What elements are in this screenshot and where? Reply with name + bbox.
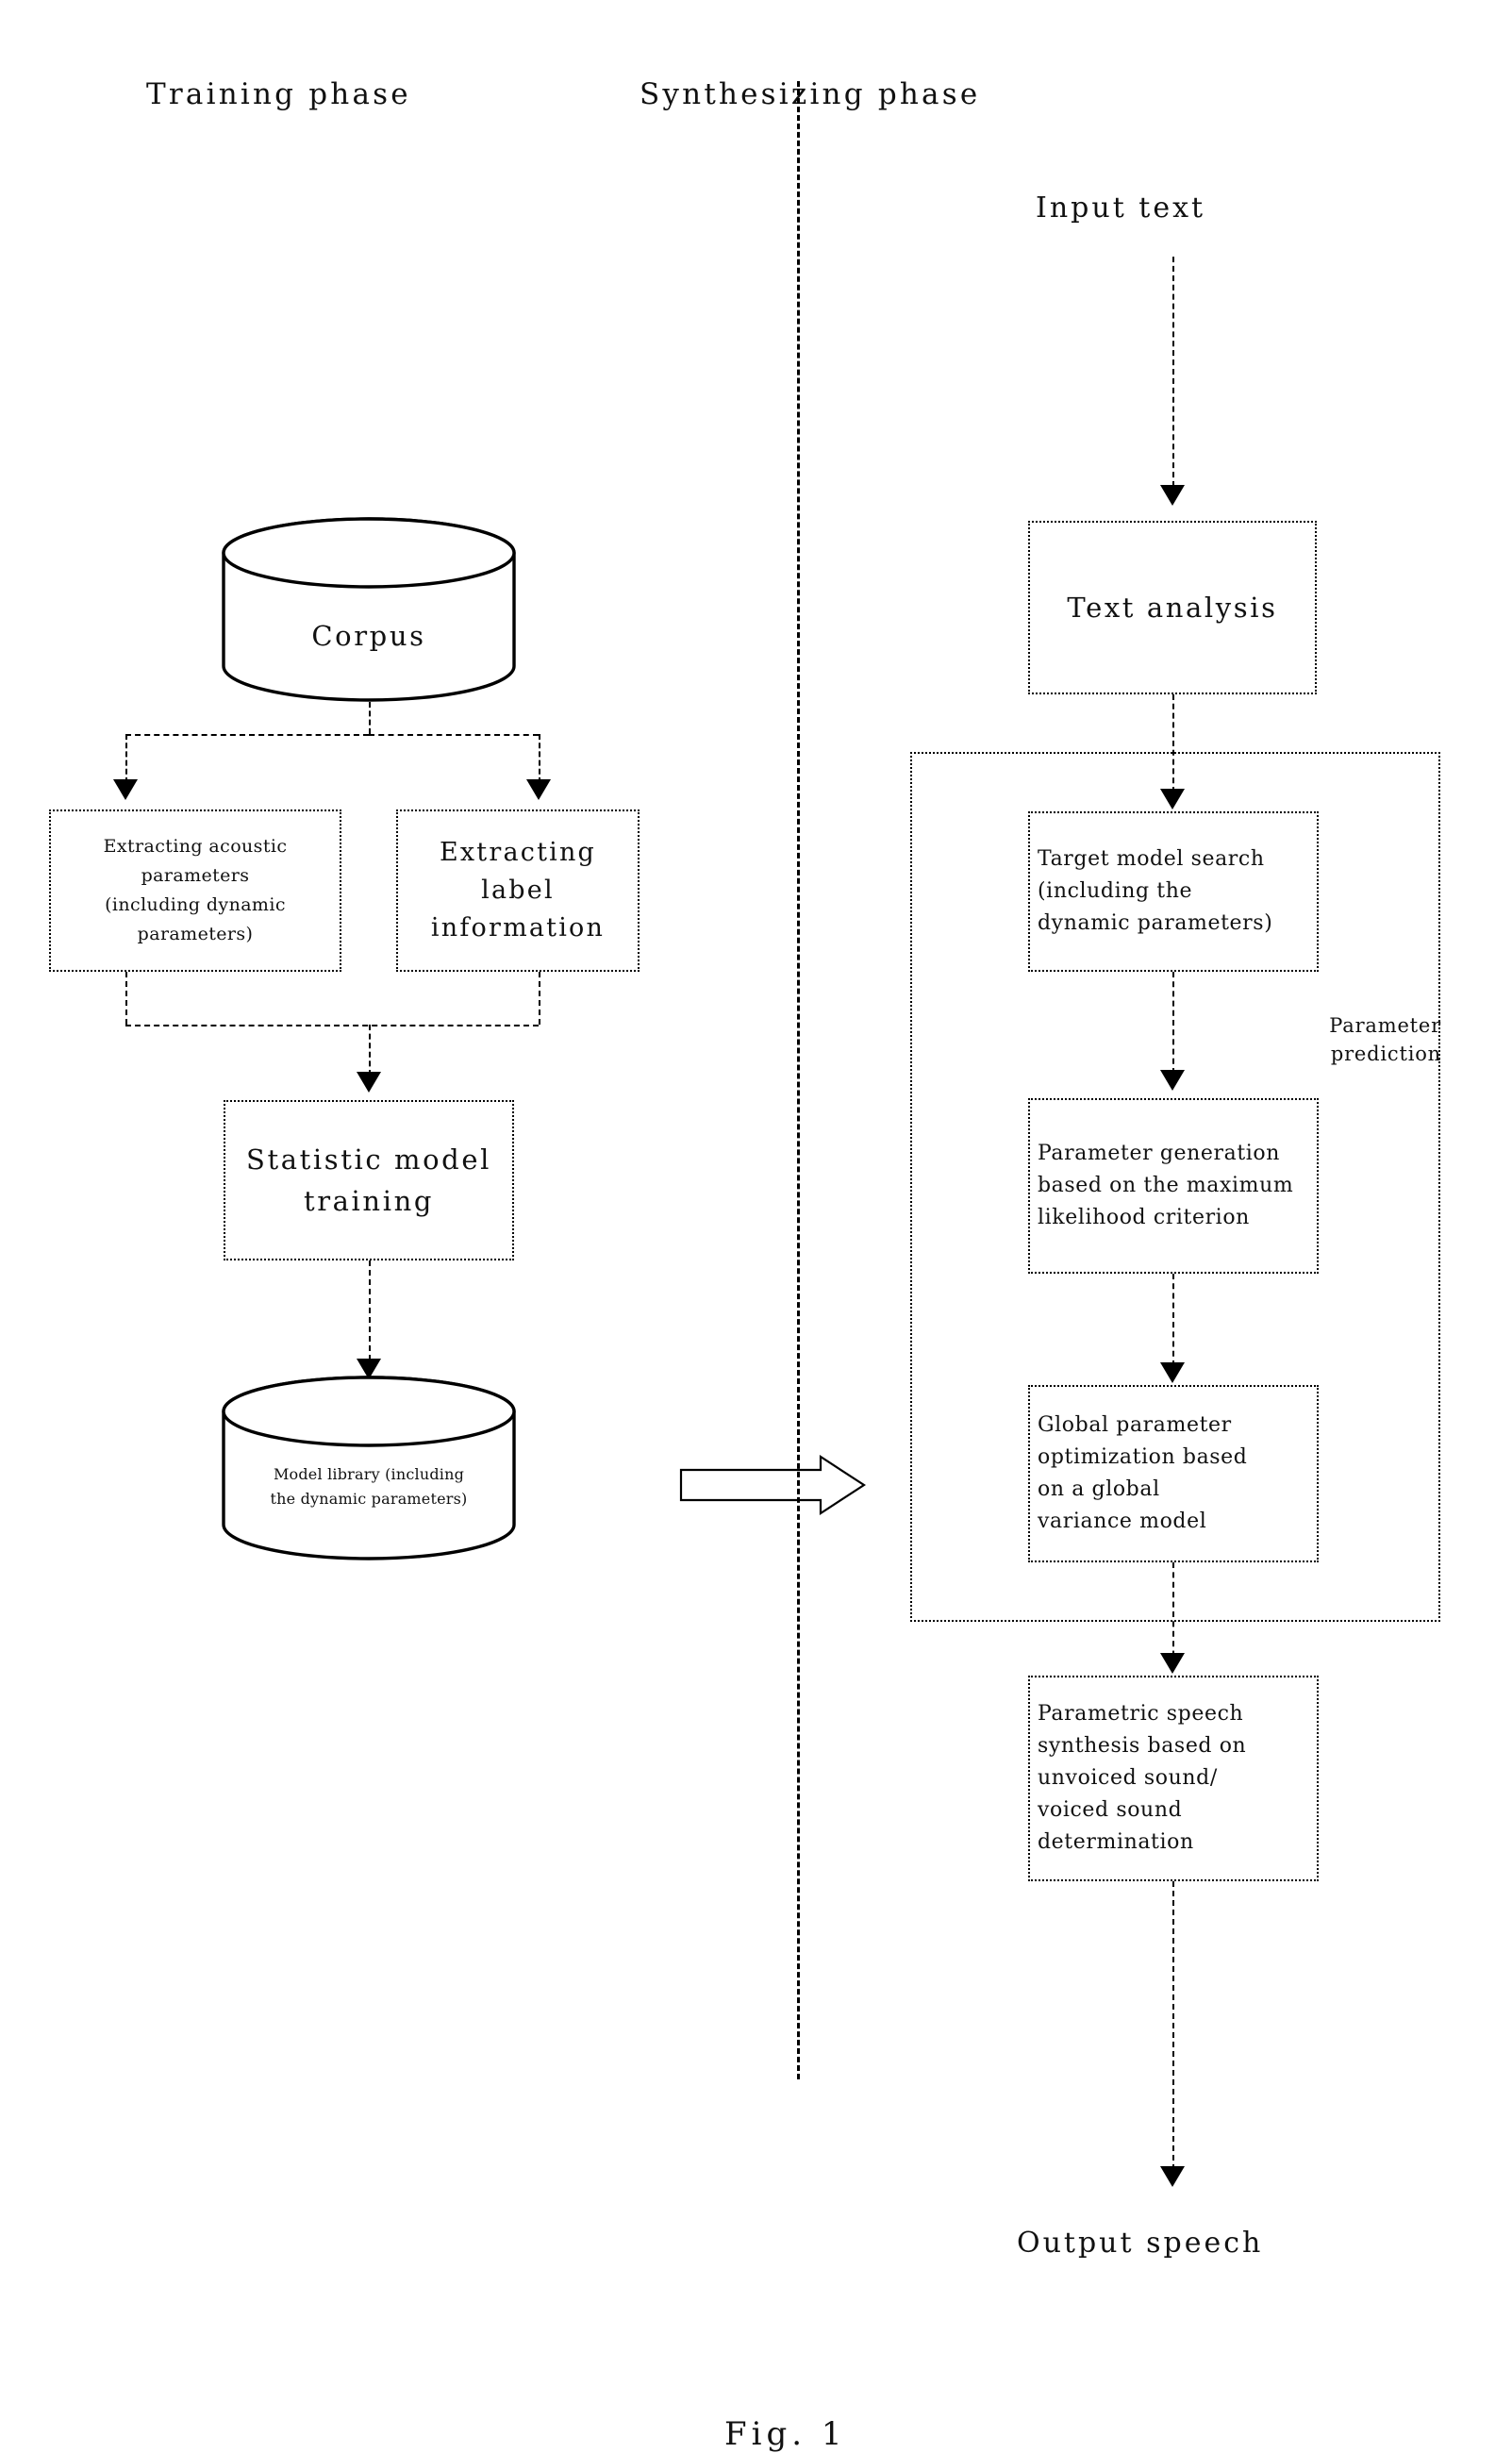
acoustic-out-connector bbox=[125, 972, 127, 1025]
parameter-prediction-label: Parameter prediction bbox=[1329, 1014, 1441, 1065]
training-to-synthesis-block-arrow bbox=[679, 1455, 868, 1534]
corpus-cylinder-shape bbox=[222, 517, 516, 702]
corpus-branch-right-connector bbox=[369, 734, 539, 736]
corpus-stem-connector bbox=[369, 702, 371, 734]
phase-divider bbox=[797, 81, 800, 2079]
global-optimization-in-connector bbox=[1172, 1274, 1174, 1366]
extracting-label-information-box[interactable]: Extracting label information bbox=[396, 809, 640, 972]
training-phase-title: Training phase bbox=[146, 77, 411, 111]
synthesizing-phase-title: Synthesizing phase bbox=[640, 77, 981, 111]
target-model-search-in-connector bbox=[1172, 694, 1174, 793]
model-library-label: Model library (including the dynamic par… bbox=[270, 1465, 468, 1508]
extracting-acoustic-parameters-box[interactable]: Extracting acoustic parameters (includin… bbox=[49, 809, 341, 972]
statistic-training-arrowhead bbox=[357, 1072, 381, 1093]
patent-figure-canvas: Training phase Synthesizing phase Corpus… bbox=[0, 0, 1512, 2453]
extracting-label-information-text: Extracting label information bbox=[430, 838, 606, 943]
target-model-search-text: Target model search (including the dynam… bbox=[1038, 847, 1273, 935]
figure-caption: Fig. 1 bbox=[724, 2415, 847, 2453]
corpus-label: Corpus bbox=[311, 620, 426, 652]
acoustic-arrowhead bbox=[113, 779, 138, 800]
extracting-acoustic-parameters-text: Extracting acoustic parameters (includin… bbox=[103, 836, 288, 944]
input-text-connector bbox=[1172, 257, 1174, 487]
corpus-branch-left-connector bbox=[125, 734, 369, 736]
target-model-search-arrowhead bbox=[1160, 789, 1185, 809]
parametric-speech-synthesis-text: Parametric speech synthesis based on unv… bbox=[1038, 1702, 1247, 1854]
parameter-generation-box[interactable]: Parameter generation based on the maximu… bbox=[1028, 1098, 1319, 1274]
parametric-speech-synthesis-box[interactable]: Parametric speech synthesis based on unv… bbox=[1028, 1676, 1319, 1881]
global-optimization-arrowhead bbox=[1160, 1362, 1185, 1383]
input-text-label: Input text bbox=[1036, 192, 1206, 225]
model-library-cylinder: Model library (including the dynamic par… bbox=[220, 1376, 518, 1560]
global-parameter-optimization-box[interactable]: Global parameter optimization based on a… bbox=[1028, 1385, 1319, 1562]
parametric-synthesis-in-connector bbox=[1172, 1562, 1174, 1666]
target-model-search-box[interactable]: Target model search (including the dynam… bbox=[1028, 811, 1319, 972]
parameter-generation-in-connector bbox=[1172, 972, 1174, 1074]
label-out-connector bbox=[539, 972, 540, 1025]
parametric-synthesis-arrowhead bbox=[1160, 1653, 1185, 1674]
parameter-generation-text: Parameter generation based on the maximu… bbox=[1038, 1142, 1294, 1229]
label-arrowhead bbox=[526, 779, 551, 800]
text-analysis-arrowhead bbox=[1160, 485, 1185, 506]
text-analysis-text: Text analysis bbox=[1067, 592, 1278, 624]
block-arrow-shape bbox=[679, 1455, 867, 1516]
text-analysis-box[interactable]: Text analysis bbox=[1028, 521, 1317, 694]
statistic-training-in-connector bbox=[369, 1025, 371, 1076]
acoustic-drop-connector bbox=[125, 734, 127, 783]
statistic-model-training-box[interactable]: Statistic model training bbox=[224, 1100, 514, 1260]
output-speech-label: Output speech bbox=[1017, 2227, 1264, 2260]
corpus-cylinder: Corpus bbox=[220, 517, 518, 702]
extract-merge-connector bbox=[125, 1025, 539, 1026]
label-drop-connector bbox=[539, 734, 540, 783]
model-library-in-connector bbox=[369, 1260, 371, 1360]
global-parameter-optimization-text: Global parameter optimization based on a… bbox=[1038, 1413, 1248, 1533]
output-speech-arrowhead bbox=[1160, 2166, 1185, 2187]
parameter-generation-arrowhead bbox=[1160, 1070, 1185, 1091]
statistic-model-training-text: Statistic model training bbox=[246, 1143, 491, 1217]
output-speech-connector bbox=[1172, 1881, 1174, 2179]
